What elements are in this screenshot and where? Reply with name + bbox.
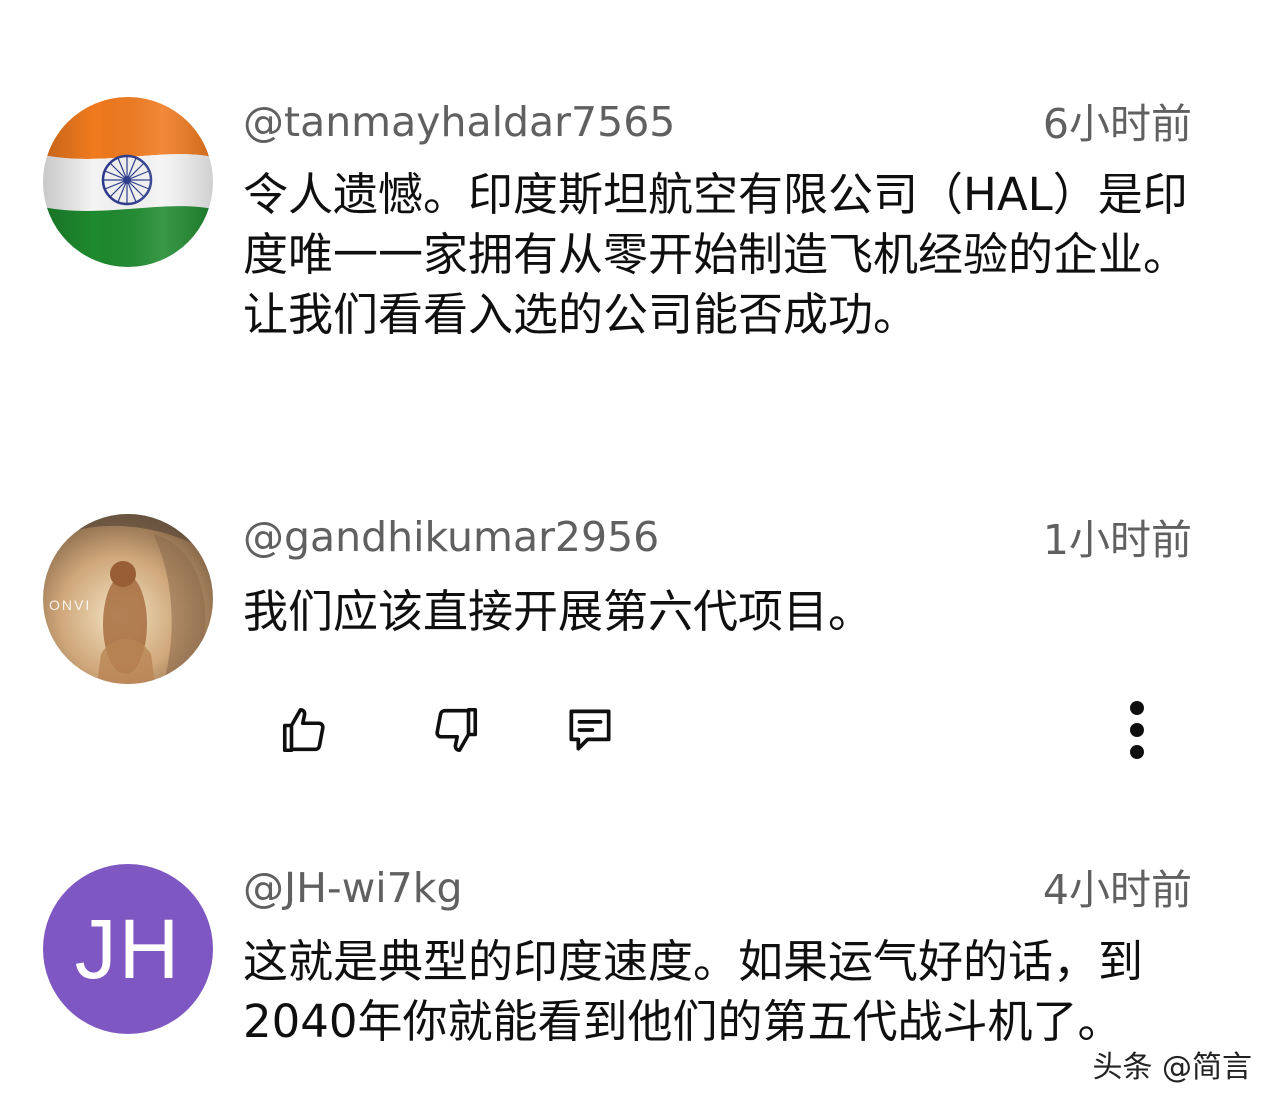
more-options-button[interactable] (1102, 695, 1172, 765)
photo-avatar-icon: ONVI (43, 514, 213, 684)
avatar-caption: ONVI (49, 597, 91, 613)
user-avatar[interactable]: ONVI (43, 514, 213, 684)
dislike-button[interactable] (420, 695, 490, 765)
user-avatar[interactable] (43, 97, 213, 267)
comment-text: 这就是典型的印度速度。如果运气好的话，到2040年你就能看到他们的第五代战斗机了… (243, 935, 1144, 1048)
comment-author[interactable]: @tanmayhaldar7565 (243, 98, 675, 146)
comment-author[interactable]: @gandhikumar2956 (243, 513, 659, 561)
avatar-initials: JH (74, 901, 182, 996)
comment-text: 我们应该直接开展第六代项目。 (243, 585, 874, 638)
comment-text: 令人遗憾。印度斯坦航空有限公司（HAL）是印度唯一一家拥有从零开始制造飞机经验的… (243, 168, 1189, 341)
comment-author[interactable]: @JH-wi7kg (243, 864, 463, 912)
watermark-label: 头条 @简言 (1092, 1050, 1252, 1085)
more-vert-icon (1130, 701, 1144, 759)
user-avatar[interactable]: JH (43, 864, 213, 1034)
reply-button[interactable] (555, 695, 625, 765)
india-flag-icon (43, 97, 213, 267)
comment-timestamp: 6小时前 (1042, 100, 1192, 148)
comment-actions (0, 695, 1280, 765)
thumbs-down-icon (435, 707, 478, 753)
comment-timestamp: 1小时前 (1042, 516, 1192, 564)
like-button[interactable] (270, 695, 340, 765)
comment-timestamp: 4小时前 (1042, 866, 1192, 914)
thumbs-up-icon (282, 707, 325, 753)
reply-icon (569, 709, 611, 751)
